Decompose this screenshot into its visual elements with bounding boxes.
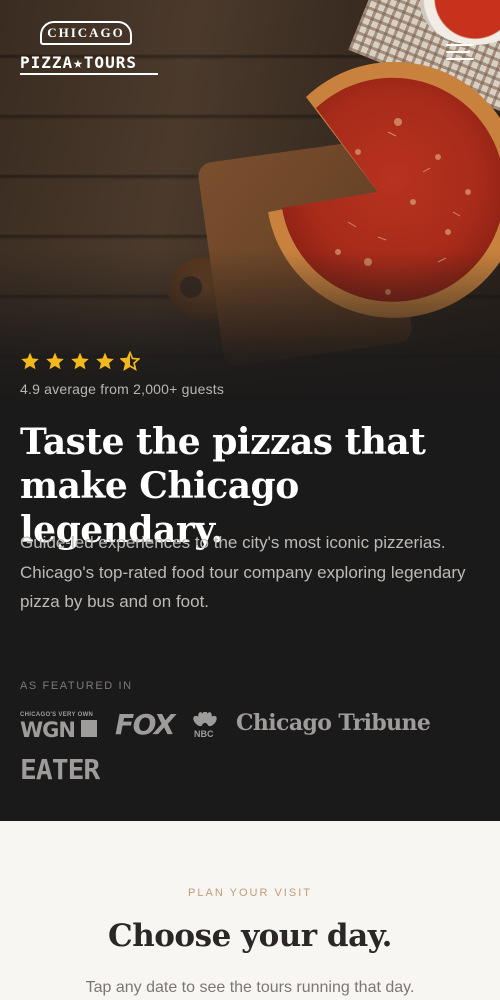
plan-eyebrow: PLAN YOUR VISIT	[188, 887, 312, 899]
nbc-wordmark: NBC	[194, 729, 214, 739]
star-half-icon	[120, 351, 140, 371]
plan-title: Choose your day.	[108, 918, 392, 954]
wgn-box-icon	[81, 720, 97, 737]
hamburger-icon[interactable]	[446, 44, 474, 62]
hero-lead: Guide-led experiences to the city's most…	[20, 533, 466, 611]
star-icon	[21, 352, 39, 370]
hero-section: CHICAGO PIZZA★TOURS 4.9 average from 2,0…	[0, 0, 500, 821]
wgn-wordmark: WGN	[20, 718, 76, 742]
chicago-tribune-logo: Chicago Tribune	[236, 710, 431, 736]
site-logo[interactable]: CHICAGO PIZZA★TOURS	[20, 20, 160, 78]
logo-bottom-word: PIZZA★TOURS	[20, 50, 158, 75]
fox-logo: FOX	[115, 708, 176, 741]
star-icon	[46, 352, 64, 370]
eater-logo: EATER	[20, 753, 100, 786]
logo-top-word: CHICAGO	[40, 21, 132, 45]
plan-subtitle: Tap any date to see the tours running th…	[85, 979, 415, 996]
photo-fade	[0, 250, 500, 400]
peacock-icon	[193, 712, 217, 727]
star-icon	[96, 352, 114, 370]
nbc-logo: NBC	[190, 712, 220, 740]
star-icon	[71, 352, 89, 370]
star-rating	[20, 351, 140, 371]
plan-your-visit-section: PLAN YOUR VISIT Choose your day. Tap any…	[0, 821, 500, 1000]
featured-label: AS FEATURED IN	[20, 680, 133, 692]
rating-text: 4.9 average from 2,000+ guests	[20, 381, 225, 397]
wgn-logo: CHICAGO'S VERY OWN WGN	[20, 712, 98, 742]
